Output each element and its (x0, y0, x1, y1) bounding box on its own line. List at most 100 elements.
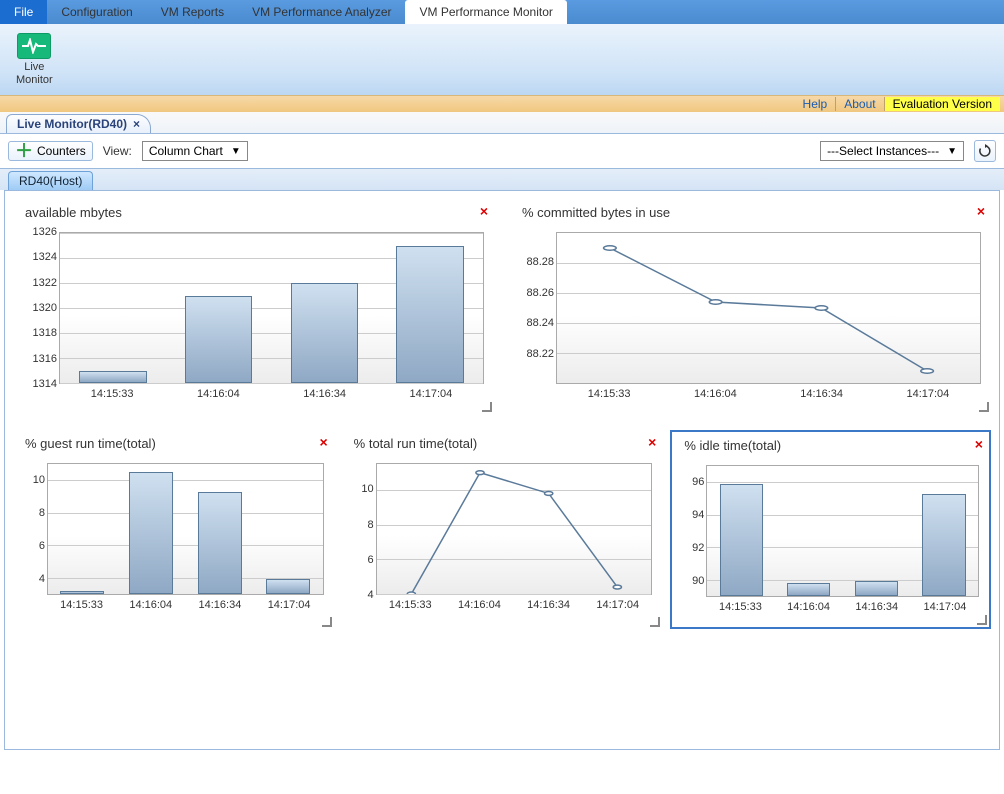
document-tab-live-monitor[interactable]: Live Monitor(RD40) × (6, 114, 151, 133)
bar (855, 581, 898, 596)
resize-handle-icon[interactable] (977, 615, 987, 625)
about-link[interactable]: About (835, 97, 883, 111)
y-tick-label: 1318 (19, 327, 57, 339)
status-link-bar: Help About Evaluation Version (0, 96, 1004, 112)
x-tick-label: 14:17:04 (255, 599, 324, 619)
menu-file[interactable]: File (0, 0, 47, 24)
x-tick-label: 14:16:04 (662, 388, 768, 408)
chevron-down-icon: ▼ (231, 146, 241, 157)
host-tab-strip: RD40(Host) (0, 169, 1004, 190)
bar (266, 579, 310, 594)
resize-handle-icon[interactable] (650, 617, 660, 627)
chart-panel[interactable]: available mbytes× 1314 1316 1318 1320 1322 132… (13, 199, 494, 414)
chart-title: % idle time(total) (678, 438, 983, 453)
y-tick-label: 90 (678, 575, 704, 587)
y-tick-label: 1326 (19, 226, 57, 238)
x-tick-label: 14:17:04 (378, 388, 484, 408)
menu-configuration[interactable]: Configuration (47, 0, 146, 24)
chart-title: % committed bytes in use (516, 205, 985, 220)
x-tick-label: 14:16:34 (843, 601, 911, 621)
chart-plot: 4681014:15:3314:16:0414:16:3414:17:04 (19, 459, 328, 619)
counters-button[interactable]: ＋ Counters (8, 141, 93, 161)
y-tick-label: 94 (678, 509, 704, 521)
bar (396, 246, 464, 384)
host-tab[interactable]: RD40(Host) (8, 171, 93, 190)
x-tick-label: 14:16:04 (775, 601, 843, 621)
resize-handle-icon[interactable] (482, 402, 492, 412)
y-tick-label: 1320 (19, 302, 57, 314)
chart-close-icon[interactable]: × (975, 436, 983, 452)
x-tick-label: 14:16:34 (514, 599, 583, 619)
chart-plot: 88.2288.2488.2688.2814:15:3314:16:0414:1… (516, 228, 985, 408)
y-tick-label: 1316 (19, 353, 57, 365)
chart-close-icon[interactable]: × (977, 203, 985, 219)
chart-panel[interactable]: % guest run time(total)×4681014:15:3314:… (13, 430, 334, 629)
ribbon-live-monitor-label: Live Monitor (16, 61, 53, 85)
plus-icon: ＋ (15, 144, 33, 158)
y-tick-label: 6 (348, 554, 374, 566)
bar (185, 296, 253, 384)
ribbon-live-monitor[interactable]: Live Monitor (10, 31, 59, 87)
x-tick-label: 14:17:04 (875, 388, 981, 408)
bar (787, 583, 830, 596)
document-tab-label: Live Monitor(RD40) (17, 117, 127, 131)
bar (129, 472, 173, 594)
x-tick-label: 14:17:04 (911, 601, 979, 621)
x-tick-label: 14:16:34 (185, 599, 254, 619)
close-icon[interactable]: × (133, 117, 140, 131)
bar (198, 492, 242, 594)
chart-title: available mbytes (19, 205, 488, 220)
y-tick-label: 96 (678, 476, 704, 488)
menu-vm-performance-analyzer[interactable]: VM Performance Analyzer (238, 0, 405, 24)
chart-title: % total run time(total) (348, 436, 657, 451)
y-tick-label: 92 (678, 542, 704, 554)
resize-handle-icon[interactable] (322, 617, 332, 627)
bar (291, 283, 359, 383)
resize-handle-icon[interactable] (979, 402, 989, 412)
chart-panel[interactable]: % committed bytes in use×88.2288.2488.26… (510, 199, 991, 414)
counters-label: Counters (37, 144, 86, 158)
chart-plot: 131413161318132013221324132614:15:3314:1… (19, 228, 488, 408)
y-tick-label: 88.26 (516, 287, 554, 299)
heartbeat-icon (17, 33, 51, 59)
chart-close-icon[interactable]: × (480, 203, 488, 219)
chart-area[interactable]: available mbytes×13141316131813201322132… (4, 190, 1000, 750)
ribbon: Live Monitor (0, 24, 1004, 96)
evaluation-version-link[interactable]: Evaluation Version (884, 97, 1000, 111)
bar (720, 484, 763, 596)
x-tick-label: 14:15:33 (47, 599, 116, 619)
view-select[interactable]: Column Chart ▼ (142, 141, 248, 161)
instances-select-value: ---Select Instances--- (827, 144, 939, 158)
x-tick-label: 14:16:04 (165, 388, 271, 408)
chart-panel[interactable]: % total run time(total)×4681014:15:3314:… (342, 430, 663, 629)
live-monitor-toolbar: ＋ Counters View: Column Chart ▼ ---Selec… (0, 134, 1004, 169)
y-tick-label: 8 (348, 519, 374, 531)
x-tick-label: 14:16:04 (445, 599, 514, 619)
y-tick-label: 1322 (19, 277, 57, 289)
y-tick-label: 10 (348, 483, 374, 495)
y-tick-label: 88.22 (516, 348, 554, 360)
chart-plot: 90 92 94 96 14:15:3314:16:0414:16:3414:17:04 (678, 461, 983, 621)
instances-select[interactable]: ---Select Instances--- ▼ (820, 141, 964, 161)
view-label: View: (103, 144, 132, 158)
bar (79, 371, 147, 384)
chevron-down-icon: ▼ (947, 146, 957, 157)
menu-vm-reports[interactable]: VM Reports (147, 0, 238, 24)
help-link[interactable]: Help (795, 97, 836, 111)
x-tick-label: 14:16:04 (116, 599, 185, 619)
y-tick-label: 8 (19, 507, 45, 519)
y-tick-label: 1314 (19, 378, 57, 390)
chart-close-icon[interactable]: × (648, 434, 656, 450)
chart-close-icon[interactable]: × (319, 434, 327, 450)
x-tick-label: 14:15:33 (556, 388, 662, 408)
y-tick-label: 10 (19, 474, 45, 486)
chart-panel[interactable]: % idle time(total)×9092949614:15:3314:16… (670, 430, 991, 629)
main-menubar: File Configuration VM Reports VM Perform… (0, 0, 1004, 24)
chart-plot: 4681014:15:3314:16:0414:16:3414:17:04 (348, 459, 657, 619)
x-tick-label: 14:15:33 (376, 599, 445, 619)
menu-vm-performance-monitor[interactable]: VM Performance Monitor (405, 0, 566, 24)
y-tick-label: 88.28 (516, 256, 554, 268)
bar (922, 494, 965, 596)
x-tick-label: 14:15:33 (706, 601, 774, 621)
refresh-button[interactable] (974, 140, 996, 162)
